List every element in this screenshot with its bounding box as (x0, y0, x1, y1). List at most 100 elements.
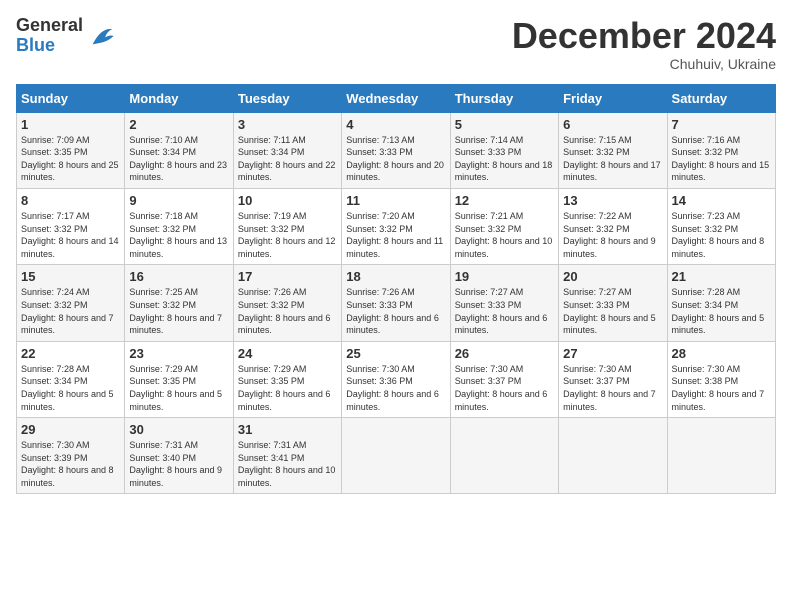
calendar-cell: 26 Sunrise: 7:30 AMSunset: 3:37 PMDayligh… (450, 341, 558, 417)
logo-text: General Blue (16, 16, 83, 56)
day-number: 8 (21, 193, 120, 208)
calendar-cell: 20 Sunrise: 7:27 AMSunset: 3:33 PMDayligh… (559, 265, 667, 341)
day-number: 29 (21, 422, 120, 437)
calendar-cell (450, 418, 558, 494)
col-header-sunday: Sunday (17, 84, 125, 112)
calendar-table: SundayMondayTuesdayWednesdayThursdayFrid… (16, 84, 776, 495)
calendar-cell: 29 Sunrise: 7:30 AMSunset: 3:39 PMDayligh… (17, 418, 125, 494)
calendar-cell: 8 Sunrise: 7:17 AMSunset: 3:32 PMDaylight… (17, 188, 125, 264)
logo-blue: Blue (16, 35, 55, 55)
month-title: December 2024 (512, 16, 776, 56)
calendar-cell: 15Sunrise: 7:24 AMSunset: 3:32 PMDayligh… (17, 265, 125, 341)
day-info: Sunrise: 7:09 AMSunset: 3:35 PMDaylight:… (21, 134, 120, 184)
day-number: 28 (672, 346, 771, 361)
day-info: Sunrise: 7:30 AMSunset: 3:39 PMDaylight:… (21, 439, 120, 489)
day-info: Sunrise: 7:27 AMSunset: 3:33 PMDaylight:… (455, 286, 554, 336)
day-number: 6 (563, 117, 662, 132)
col-header-saturday: Saturday (667, 84, 775, 112)
day-number: 31 (238, 422, 337, 437)
calendar-cell: 17 Sunrise: 7:26 AMSunset: 3:32 PMDayligh… (233, 265, 341, 341)
calendar-cell: 23Sunrise: 7:29 AMSunset: 3:35 PMDayligh… (125, 341, 233, 417)
day-number: 2 (129, 117, 228, 132)
day-info: Sunrise: 7:17 AMSunset: 3:32 PMDaylight:… (21, 210, 120, 260)
calendar-week-5: 29 Sunrise: 7:30 AMSunset: 3:39 PMDayligh… (17, 418, 776, 494)
day-number: 12 (455, 193, 554, 208)
day-info: Sunrise: 7:26 AMSunset: 3:32 PMDaylight:… (238, 286, 337, 336)
calendar-week-3: 15Sunrise: 7:24 AMSunset: 3:32 PMDayligh… (17, 265, 776, 341)
day-info: Sunrise: 7:10 AMSunset: 3:34 PMDaylight:… (129, 134, 228, 184)
calendar-cell: 14 Sunrise: 7:23 AMSunset: 3:32 PMDayligh… (667, 188, 775, 264)
calendar-cell: 16Sunrise: 7:25 AMSunset: 3:32 PMDayligh… (125, 265, 233, 341)
day-info: Sunrise: 7:22 AMSunset: 3:32 PMDaylight:… (563, 210, 662, 260)
day-number: 15 (21, 269, 120, 284)
day-number: 13 (563, 193, 662, 208)
calendar-cell: 30 Sunrise: 7:31 AMSunset: 3:40 PMDayligh… (125, 418, 233, 494)
day-info: Sunrise: 7:30 AMSunset: 3:37 PMDaylight:… (563, 363, 662, 413)
day-info: Sunrise: 7:31 AMSunset: 3:41 PMDaylight:… (238, 439, 337, 489)
day-number: 4 (346, 117, 445, 132)
calendar-week-4: 22 Sunrise: 7:28 AMSunset: 3:34 PMDayligh… (17, 341, 776, 417)
day-info: Sunrise: 7:20 AMSunset: 3:32 PMDaylight:… (346, 210, 445, 260)
day-number: 24 (238, 346, 337, 361)
day-info: Sunrise: 7:14 AMSunset: 3:33 PMDaylight:… (455, 134, 554, 184)
day-number: 3 (238, 117, 337, 132)
calendar-week-1: 1 Sunrise: 7:09 AMSunset: 3:35 PMDaylight… (17, 112, 776, 188)
day-info: Sunrise: 7:30 AMSunset: 3:38 PMDaylight:… (672, 363, 771, 413)
header-row: SundayMondayTuesdayWednesdayThursdayFrid… (17, 84, 776, 112)
calendar-cell: 24 Sunrise: 7:29 AMSunset: 3:35 PMDayligh… (233, 341, 341, 417)
day-info: Sunrise: 7:15 AMSunset: 3:32 PMDaylight:… (563, 134, 662, 184)
calendar-cell (667, 418, 775, 494)
calendar-cell: 19 Sunrise: 7:27 AMSunset: 3:33 PMDayligh… (450, 265, 558, 341)
day-number: 27 (563, 346, 662, 361)
calendar-cell: 22 Sunrise: 7:28 AMSunset: 3:34 PMDayligh… (17, 341, 125, 417)
col-header-thursday: Thursday (450, 84, 558, 112)
day-number: 30 (129, 422, 228, 437)
day-number: 20 (563, 269, 662, 284)
day-number: 9 (129, 193, 228, 208)
day-info: Sunrise: 7:26 AMSunset: 3:33 PMDaylight:… (346, 286, 445, 336)
day-number: 14 (672, 193, 771, 208)
col-header-friday: Friday (559, 84, 667, 112)
day-info: Sunrise: 7:21 AMSunset: 3:32 PMDaylight:… (455, 210, 554, 260)
logo-icon (87, 22, 115, 50)
day-info: Sunrise: 7:13 AMSunset: 3:33 PMDaylight:… (346, 134, 445, 184)
col-header-tuesday: Tuesday (233, 84, 341, 112)
day-number: 10 (238, 193, 337, 208)
calendar-cell: 12 Sunrise: 7:21 AMSunset: 3:32 PMDayligh… (450, 188, 558, 264)
day-info: Sunrise: 7:29 AMSunset: 3:35 PMDaylight:… (129, 363, 228, 413)
day-number: 22 (21, 346, 120, 361)
calendar-cell (559, 418, 667, 494)
day-number: 17 (238, 269, 337, 284)
logo-general: General (16, 15, 83, 35)
calendar-cell: 11 Sunrise: 7:20 AMSunset: 3:32 PMDayligh… (342, 188, 450, 264)
calendar-cell: 9Sunrise: 7:18 AMSunset: 3:32 PMDaylight… (125, 188, 233, 264)
calendar-cell: 1 Sunrise: 7:09 AMSunset: 3:35 PMDaylight… (17, 112, 125, 188)
col-header-wednesday: Wednesday (342, 84, 450, 112)
page-header: General Blue December 2024 Chuhuiv, Ukra… (16, 16, 776, 72)
day-info: Sunrise: 7:23 AMSunset: 3:32 PMDaylight:… (672, 210, 771, 260)
day-number: 26 (455, 346, 554, 361)
title-block: December 2024 Chuhuiv, Ukraine (512, 16, 776, 72)
calendar-cell: 7Sunrise: 7:16 AMSunset: 3:32 PMDaylight… (667, 112, 775, 188)
calendar-cell: 28 Sunrise: 7:30 AMSunset: 3:38 PMDayligh… (667, 341, 775, 417)
day-number: 19 (455, 269, 554, 284)
day-info: Sunrise: 7:31 AMSunset: 3:40 PMDaylight:… (129, 439, 228, 489)
calendar-cell: 31 Sunrise: 7:31 AMSunset: 3:41 PMDayligh… (233, 418, 341, 494)
day-number: 11 (346, 193, 445, 208)
calendar-cell: 21 Sunrise: 7:28 AMSunset: 3:34 PMDayligh… (667, 265, 775, 341)
day-info: Sunrise: 7:19 AMSunset: 3:32 PMDaylight:… (238, 210, 337, 260)
day-info: Sunrise: 7:11 AMSunset: 3:34 PMDaylight:… (238, 134, 337, 184)
day-info: Sunrise: 7:27 AMSunset: 3:33 PMDaylight:… (563, 286, 662, 336)
day-info: Sunrise: 7:28 AMSunset: 3:34 PMDaylight:… (21, 363, 120, 413)
day-number: 1 (21, 117, 120, 132)
calendar-cell: 10 Sunrise: 7:19 AMSunset: 3:32 PMDayligh… (233, 188, 341, 264)
day-info: Sunrise: 7:28 AMSunset: 3:34 PMDaylight:… (672, 286, 771, 336)
day-number: 21 (672, 269, 771, 284)
day-info: Sunrise: 7:30 AMSunset: 3:37 PMDaylight:… (455, 363, 554, 413)
day-info: Sunrise: 7:25 AMSunset: 3:32 PMDaylight:… (129, 286, 228, 336)
day-number: 25 (346, 346, 445, 361)
calendar-cell: 27 Sunrise: 7:30 AMSunset: 3:37 PMDayligh… (559, 341, 667, 417)
calendar-cell: 4 Sunrise: 7:13 AMSunset: 3:33 PMDaylight… (342, 112, 450, 188)
day-info: Sunrise: 7:29 AMSunset: 3:35 PMDaylight:… (238, 363, 337, 413)
calendar-cell: 13 Sunrise: 7:22 AMSunset: 3:32 PMDayligh… (559, 188, 667, 264)
